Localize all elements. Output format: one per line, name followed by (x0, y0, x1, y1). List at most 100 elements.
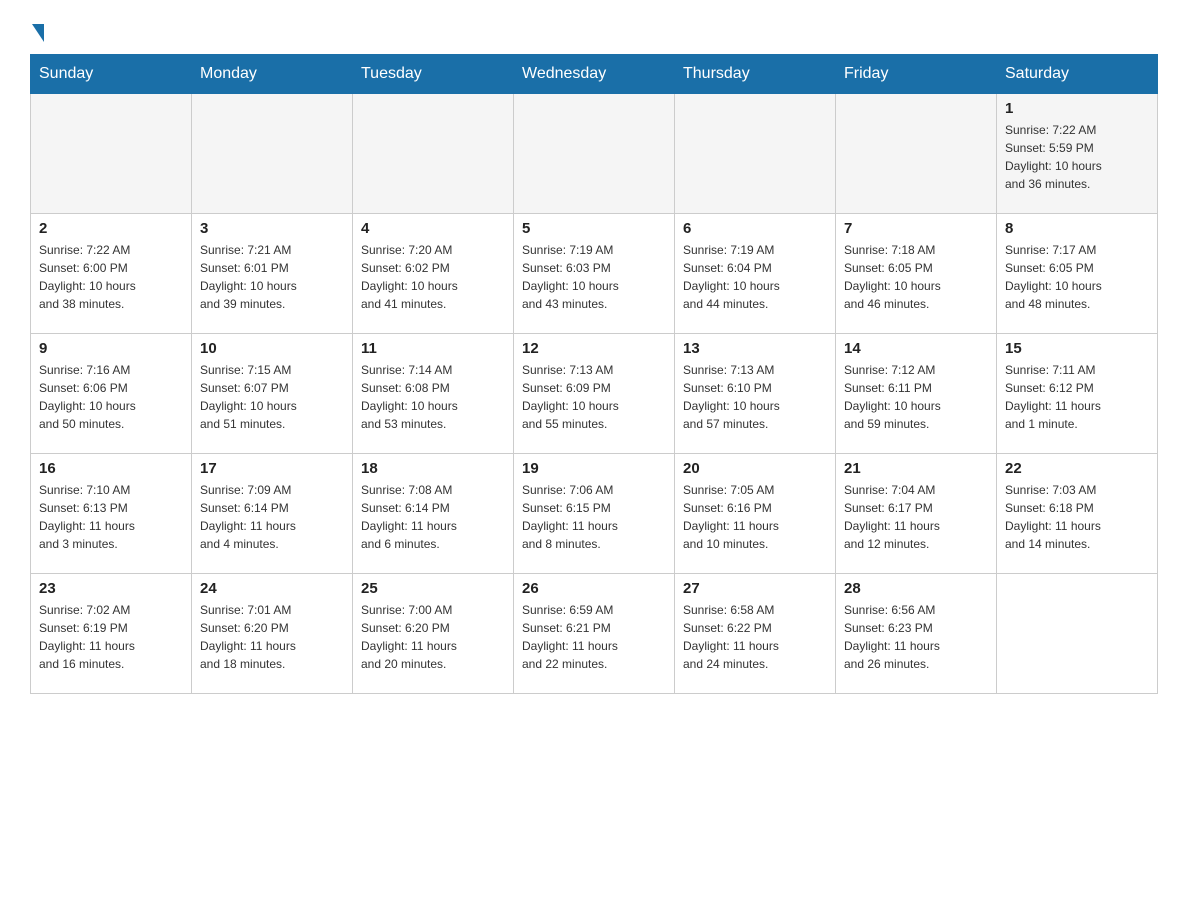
day-info: Sunrise: 7:01 AM Sunset: 6:20 PM Dayligh… (200, 601, 344, 673)
calendar-cell (997, 574, 1158, 694)
calendar-cell: 19 Sunrise: 7:06 AM Sunset: 6:15 PM Dayli… (514, 454, 675, 574)
calendar-week-1: 1 Sunrise: 7:22 AM Sunset: 5:59 PM Daylig… (31, 94, 1158, 214)
calendar-cell: 14 Sunrise: 7:12 AM Sunset: 6:11 PM Dayli… (836, 334, 997, 454)
calendar-cell: 12 Sunrise: 7:13 AM Sunset: 6:09 PM Dayli… (514, 334, 675, 454)
calendar-cell (31, 94, 192, 214)
calendar-cell: 23 Sunrise: 7:02 AM Sunset: 6:19 PM Dayli… (31, 574, 192, 694)
calendar-cell: 6 Sunrise: 7:19 AM Sunset: 6:04 PM Daylig… (675, 214, 836, 334)
day-number: 21 (844, 460, 988, 477)
day-info: Sunrise: 6:56 AM Sunset: 6:23 PM Dayligh… (844, 601, 988, 673)
day-number: 22 (1005, 460, 1149, 477)
day-info: Sunrise: 7:10 AM Sunset: 6:13 PM Dayligh… (39, 481, 183, 553)
calendar-cell (675, 94, 836, 214)
day-info: Sunrise: 7:21 AM Sunset: 6:01 PM Dayligh… (200, 241, 344, 313)
day-info: Sunrise: 7:04 AM Sunset: 6:17 PM Dayligh… (844, 481, 988, 553)
day-info: Sunrise: 7:12 AM Sunset: 6:11 PM Dayligh… (844, 361, 988, 433)
day-number: 13 (683, 340, 827, 357)
day-number: 16 (39, 460, 183, 477)
day-number: 7 (844, 220, 988, 237)
day-info: Sunrise: 7:06 AM Sunset: 6:15 PM Dayligh… (522, 481, 666, 553)
day-info: Sunrise: 7:13 AM Sunset: 6:10 PM Dayligh… (683, 361, 827, 433)
day-info: Sunrise: 7:02 AM Sunset: 6:19 PM Dayligh… (39, 601, 183, 673)
calendar-cell: 2Sunrise: 7:22 AM Sunset: 6:00 PM Daylig… (31, 214, 192, 334)
day-number: 12 (522, 340, 666, 357)
day-info: Sunrise: 7:08 AM Sunset: 6:14 PM Dayligh… (361, 481, 505, 553)
calendar-table: SundayMondayTuesdayWednesdayThursdayFrid… (30, 54, 1158, 694)
day-number: 1 (1005, 100, 1149, 117)
day-number: 9 (39, 340, 183, 357)
calendar-cell (353, 94, 514, 214)
calendar-cell: 15 Sunrise: 7:11 AM Sunset: 6:12 PM Dayli… (997, 334, 1158, 454)
day-number: 17 (200, 460, 344, 477)
calendar-cell: 26 Sunrise: 6:59 AM Sunset: 6:21 PM Dayli… (514, 574, 675, 694)
calendar-cell: 21 Sunrise: 7:04 AM Sunset: 6:17 PM Dayli… (836, 454, 997, 574)
calendar-week-5: 23 Sunrise: 7:02 AM Sunset: 6:19 PM Dayli… (31, 574, 1158, 694)
calendar-header-wednesday: Wednesday (514, 55, 675, 94)
calendar-header-monday: Monday (192, 55, 353, 94)
calendar-cell: 5 Sunrise: 7:19 AM Sunset: 6:03 PM Daylig… (514, 214, 675, 334)
calendar-cell: 11 Sunrise: 7:14 AM Sunset: 6:08 PM Dayli… (353, 334, 514, 454)
calendar-week-2: 2Sunrise: 7:22 AM Sunset: 6:00 PM Daylig… (31, 214, 1158, 334)
day-number: 3 (200, 220, 344, 237)
day-info: Sunrise: 6:58 AM Sunset: 6:22 PM Dayligh… (683, 601, 827, 673)
day-number: 20 (683, 460, 827, 477)
day-info: Sunrise: 7:13 AM Sunset: 6:09 PM Dayligh… (522, 361, 666, 433)
calendar-cell: 24 Sunrise: 7:01 AM Sunset: 6:20 PM Dayli… (192, 574, 353, 694)
day-info: Sunrise: 7:19 AM Sunset: 6:04 PM Dayligh… (683, 241, 827, 313)
day-number: 5 (522, 220, 666, 237)
calendar-cell (836, 94, 997, 214)
calendar-header-sunday: Sunday (31, 55, 192, 94)
calendar-cell: 22 Sunrise: 7:03 AM Sunset: 6:18 PM Dayli… (997, 454, 1158, 574)
calendar-cell: 8 Sunrise: 7:17 AM Sunset: 6:05 PM Daylig… (997, 214, 1158, 334)
day-info: Sunrise: 7:03 AM Sunset: 6:18 PM Dayligh… (1005, 481, 1149, 553)
calendar-cell: 10Sunrise: 7:15 AM Sunset: 6:07 PM Dayli… (192, 334, 353, 454)
day-number: 26 (522, 580, 666, 597)
day-number: 24 (200, 580, 344, 597)
calendar-cell (514, 94, 675, 214)
day-info: Sunrise: 7:00 AM Sunset: 6:20 PM Dayligh… (361, 601, 505, 673)
calendar-cell: 17Sunrise: 7:09 AM Sunset: 6:14 PM Dayli… (192, 454, 353, 574)
calendar-header-saturday: Saturday (997, 55, 1158, 94)
day-number: 23 (39, 580, 183, 597)
day-number: 4 (361, 220, 505, 237)
calendar-cell: 28 Sunrise: 6:56 AM Sunset: 6:23 PM Dayli… (836, 574, 997, 694)
day-number: 8 (1005, 220, 1149, 237)
calendar-header-thursday: Thursday (675, 55, 836, 94)
calendar-cell: 27 Sunrise: 6:58 AM Sunset: 6:22 PM Dayli… (675, 574, 836, 694)
calendar-cell: 16 Sunrise: 7:10 AM Sunset: 6:13 PM Dayli… (31, 454, 192, 574)
day-number: 15 (1005, 340, 1149, 357)
day-number: 25 (361, 580, 505, 597)
calendar-cell: 20 Sunrise: 7:05 AM Sunset: 6:16 PM Dayli… (675, 454, 836, 574)
day-info: Sunrise: 7:16 AM Sunset: 6:06 PM Dayligh… (39, 361, 183, 433)
calendar-header-tuesday: Tuesday (353, 55, 514, 94)
calendar-header-friday: Friday (836, 55, 997, 94)
day-number: 19 (522, 460, 666, 477)
calendar-cell: 13 Sunrise: 7:13 AM Sunset: 6:10 PM Dayli… (675, 334, 836, 454)
day-info: Sunrise: 7:22 AM Sunset: 6:00 PM Dayligh… (39, 241, 183, 313)
day-info: Sunrise: 7:14 AM Sunset: 6:08 PM Dayligh… (361, 361, 505, 433)
day-info: Sunrise: 7:22 AM Sunset: 5:59 PM Dayligh… (1005, 121, 1149, 193)
day-number: 14 (844, 340, 988, 357)
day-info: Sunrise: 7:19 AM Sunset: 6:03 PM Dayligh… (522, 241, 666, 313)
day-info: Sunrise: 7:05 AM Sunset: 6:16 PM Dayligh… (683, 481, 827, 553)
page-header (30, 20, 1158, 38)
day-number: 11 (361, 340, 505, 357)
day-number: 10 (200, 340, 344, 357)
calendar-cell: 1 Sunrise: 7:22 AM Sunset: 5:59 PM Daylig… (997, 94, 1158, 214)
calendar-cell: 3 Sunrise: 7:21 AM Sunset: 6:01 PM Daylig… (192, 214, 353, 334)
day-number: 28 (844, 580, 988, 597)
calendar-cell: 9 Sunrise: 7:16 AM Sunset: 6:06 PM Daylig… (31, 334, 192, 454)
day-info: Sunrise: 7:11 AM Sunset: 6:12 PM Dayligh… (1005, 361, 1149, 433)
calendar-header-row: SundayMondayTuesdayWednesdayThursdayFrid… (31, 55, 1158, 94)
day-info: Sunrise: 7:17 AM Sunset: 6:05 PM Dayligh… (1005, 241, 1149, 313)
calendar-cell: 25 Sunrise: 7:00 AM Sunset: 6:20 PM Dayli… (353, 574, 514, 694)
calendar-cell (192, 94, 353, 214)
calendar-cell: 4 Sunrise: 7:20 AM Sunset: 6:02 PM Daylig… (353, 214, 514, 334)
calendar-cell: 7 Sunrise: 7:18 AM Sunset: 6:05 PM Daylig… (836, 214, 997, 334)
day-info: Sunrise: 7:18 AM Sunset: 6:05 PM Dayligh… (844, 241, 988, 313)
calendar-week-4: 16 Sunrise: 7:10 AM Sunset: 6:13 PM Dayli… (31, 454, 1158, 574)
day-info: Sunrise: 7:20 AM Sunset: 6:02 PM Dayligh… (361, 241, 505, 313)
day-number: 27 (683, 580, 827, 597)
day-number: 6 (683, 220, 827, 237)
day-info: Sunrise: 6:59 AM Sunset: 6:21 PM Dayligh… (522, 601, 666, 673)
